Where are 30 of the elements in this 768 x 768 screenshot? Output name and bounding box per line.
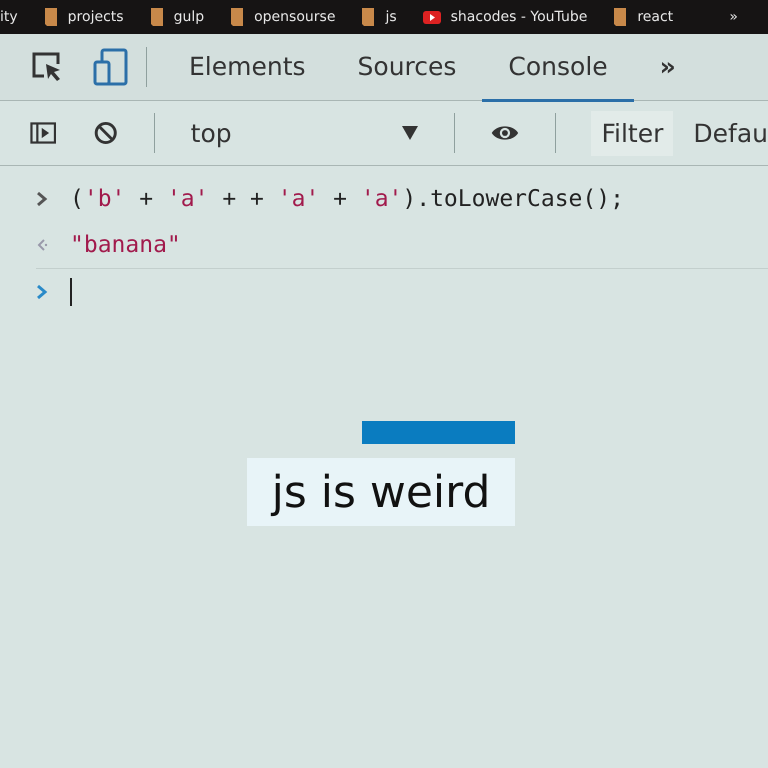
video-play-icon <box>422 10 441 24</box>
result-text: "banana" <box>70 232 181 258</box>
bookmark[interactable]: ity <box>0 9 18 25</box>
folder-icon <box>613 7 628 27</box>
folder-icon <box>44 7 58 27</box>
devtools-tab[interactable]: Elements <box>163 32 332 102</box>
more-tabs-button[interactable]: » <box>634 32 702 102</box>
caption-text: js is weird <box>247 458 515 526</box>
dropdown-caret-icon <box>402 126 418 140</box>
prompt-chevron-icon <box>36 284 48 300</box>
bookmark[interactable]: gulp <box>150 7 204 27</box>
device-toolbar-icon[interactable] <box>92 48 130 86</box>
code-text: ('b' + 'a' + + 'a' + 'a').toLowerCase(); <box>70 186 624 212</box>
text-cursor <box>70 278 72 306</box>
prompt-chevron-icon <box>36 191 48 207</box>
bookmark[interactable]: opensourse <box>230 7 336 27</box>
folder-icon <box>361 7 376 27</box>
result-arrow-icon <box>36 238 48 252</box>
log-levels-dropdown[interactable]: Defau <box>693 118 768 148</box>
bookmark[interactable]: projects <box>44 7 124 27</box>
context-select[interactable]: top <box>190 118 418 148</box>
devtools-tab[interactable]: Sources <box>332 32 482 102</box>
devtools-tab[interactable]: Console <box>482 32 634 102</box>
folder-icon <box>230 7 244 27</box>
bookmark[interactable]: react <box>613 7 674 27</box>
folder-icon <box>150 7 164 27</box>
bookmark[interactable]: js <box>361 7 397 27</box>
bookmark[interactable]: shacodes - YouTube <box>422 9 588 25</box>
more-bookmarks-button[interactable]: » <box>729 9 738 25</box>
filter-field[interactable]: Filter <box>591 110 674 156</box>
